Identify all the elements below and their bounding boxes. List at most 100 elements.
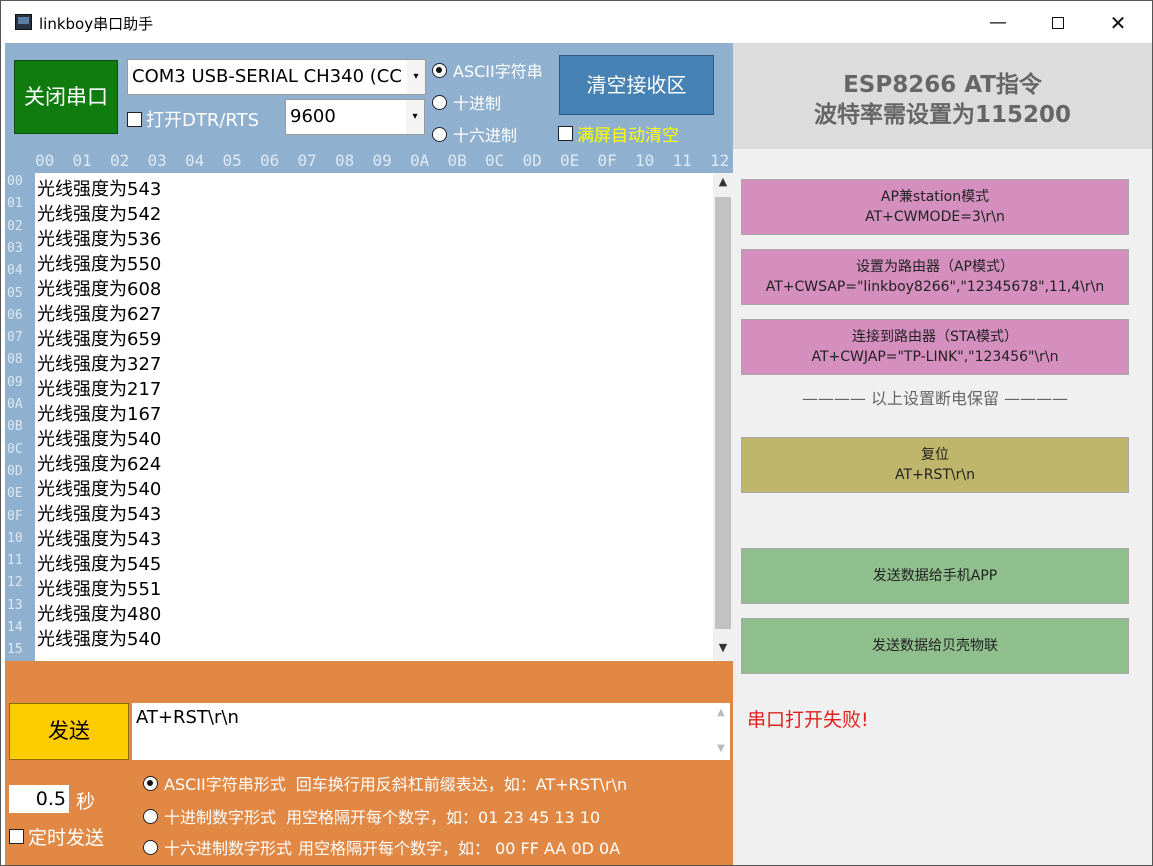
send-to-app-button[interactable]: 发送数据给手机APP	[741, 548, 1129, 604]
receive-line: 光线强度为551	[37, 579, 162, 600]
row-number: 09	[7, 374, 23, 390]
receive-line: 光线强度为540	[37, 429, 162, 450]
hex-column-label: 09	[372, 151, 392, 170]
title-bar: linkboy串口助手 — ✕	[1, 1, 1152, 43]
app-window-icon	[15, 14, 32, 30]
receive-line: 光线强度为659	[37, 329, 162, 350]
interval-input[interactable]: 0.5	[9, 785, 69, 813]
command-label: 设置为路由器（AP模式）	[855, 259, 1015, 275]
maximize-button[interactable]	[1029, 5, 1087, 41]
close-port-button[interactable]: 关闭串口	[14, 60, 118, 134]
receive-scrollbar[interactable]: ▲ ▼	[713, 173, 733, 661]
row-number: 13	[7, 597, 23, 613]
receive-ascii-radio[interactable]: ASCII字符串	[432, 58, 543, 82]
esp-title: ESP8266 AT指令	[843, 72, 1042, 98]
baud-select[interactable]: 9600 ▾	[285, 99, 425, 135]
command-text: AT+RST\r\n	[894, 467, 975, 483]
receive-line: 光线强度为550	[37, 254, 162, 275]
hex-column-label: 0D	[522, 151, 542, 170]
receive-line: 光线强度为545	[37, 554, 162, 575]
send-format-name: 十六进制数字形式	[164, 839, 293, 858]
send-button[interactable]: 发送	[9, 703, 129, 760]
timer-send-checkbox[interactable]: 定时发送	[9, 823, 104, 850]
receive-line: 光线强度为167	[37, 404, 162, 425]
scrollbar-thumb[interactable]	[715, 197, 731, 629]
receive-line: 光线强度为327	[37, 354, 162, 375]
receive-line: 光线强度为543	[37, 179, 162, 200]
send-format-ascii-radio[interactable]: ASCII字符串形式 回车换行用反斜杠前缀表达，如：AT+RST\r\n	[143, 771, 627, 795]
hex-column-header: 00 01 02 03 04 05 06 07 08 09 0A 0B 0C 0D 0E 0F 10 11 12	[5, 149, 733, 173]
row-number: 02	[7, 218, 23, 234]
receive-line: 光线强度为536	[37, 229, 162, 250]
at-rst-button[interactable]: 复位 AT+RST\r\n	[741, 437, 1129, 493]
at-command-panel: AP兼station模式 AT+CWMODE=3\r\n 设置为路由器（AP模式…	[733, 149, 1152, 865]
clear-receive-button[interactable]: 清空接收区	[559, 55, 714, 115]
checkbox-box[interactable]	[9, 829, 24, 844]
esp-header: ESP8266 AT指令 波特率需设置为115200	[733, 43, 1152, 149]
send-input[interactable]: AT+RST\r\n	[132, 703, 712, 760]
radio-indicator[interactable]	[143, 839, 158, 855]
receive-line: 光线强度为540	[37, 629, 162, 650]
radio-indicator[interactable]	[432, 126, 447, 142]
interval-unit: 秒	[76, 791, 96, 813]
dtr-rts-label: 打开DTR/RTS	[146, 110, 260, 131]
row-number: 10	[7, 530, 23, 546]
close-window-button[interactable]: ✕	[1089, 5, 1147, 41]
send-scrollbar[interactable]: ▲ ▼	[712, 703, 730, 760]
radio-indicator[interactable]	[432, 94, 447, 110]
at-cwmode-button[interactable]: AP兼station模式 AT+CWMODE=3\r\n	[741, 179, 1129, 235]
row-number: 0A	[7, 397, 23, 412]
send-format-decimal-radio[interactable]: 十进制数字形式 用空格隔开每个数字，如：01 23 45 13 10	[143, 804, 600, 828]
command-label: 发送数据给贝壳物联	[872, 638, 998, 654]
command-text: AT+CWSAP="linkboy8266","12345678",11,4\r…	[765, 279, 1105, 295]
baud-select-value: 9600	[290, 106, 336, 127]
row-number: 11	[7, 553, 23, 569]
auto-clear-label: 满屏自动清空	[577, 126, 679, 146]
receive-line: 光线强度为624	[37, 454, 162, 475]
command-text: AT+CWMODE=3\r\n	[865, 209, 1005, 225]
hex-column-label: 05	[222, 151, 242, 170]
checkbox-box[interactable]	[558, 126, 573, 141]
receive-line: 光线强度为543	[37, 504, 162, 525]
send-format-hint: 回车换行用反斜杠前缀表达，如：AT+RST\r\n	[295, 775, 628, 794]
row-number: 06	[7, 307, 23, 323]
hex-column-label: 02	[110, 151, 130, 170]
radio-indicator[interactable]	[432, 62, 447, 78]
command-label: 复位	[921, 447, 949, 463]
chevron-down-icon[interactable]: ▾	[406, 100, 424, 134]
command-text: AT+CWJAP="TP-LINK","123456"\r\n	[811, 349, 1059, 365]
at-cwjap-button[interactable]: 连接到路由器（STA模式） AT+CWJAP="TP-LINK","123456…	[741, 319, 1129, 375]
minimize-button[interactable]: —	[969, 5, 1027, 41]
divider-strip	[5, 661, 733, 703]
row-number: 0B	[7, 419, 23, 435]
chevron-down-icon[interactable]: ▾	[407, 60, 425, 94]
send-format-hex-radio[interactable]: 十六进制数字形式 用空格隔开每个数字，如： 00 FF AA 0D 0A	[143, 835, 620, 859]
timer-send-label: 定时发送	[28, 827, 105, 849]
row-number: 0E	[7, 486, 23, 502]
row-number: 04	[7, 263, 23, 279]
row-number: 0D	[7, 463, 23, 479]
row-number: 01	[7, 196, 23, 212]
status-message: 串口打开失败!	[747, 709, 869, 731]
radio-indicator[interactable]	[143, 808, 158, 824]
receive-area[interactable]: 光线强度为543 光线强度为542 光线强度为536 光线强度为550 光线强度为608…	[35, 173, 713, 661]
receive-decimal-radio[interactable]: 十进制	[432, 90, 501, 114]
checkbox-box[interactable]	[127, 111, 142, 127]
port-control-panel: 关闭串口 COM3 USB-SERIAL CH340 (CC ▾ 打开DTR/R…	[5, 43, 733, 149]
hex-column-label: 08	[335, 151, 355, 170]
send-format-hint: 用空格隔开每个数字，如： 00 FF AA 0D 0A	[298, 839, 621, 858]
hex-column-label: 10	[635, 151, 655, 170]
radio-indicator[interactable]	[143, 775, 158, 791]
hex-column-label: 04	[185, 151, 205, 170]
scroll-up-icon[interactable]: ▲	[713, 175, 733, 188]
scroll-up-icon[interactable]: ▲	[712, 707, 730, 718]
receive-hex-radio[interactable]: 十六进制	[432, 122, 517, 146]
send-to-bigiot-button[interactable]: 发送数据给贝壳物联	[741, 618, 1129, 674]
scroll-down-icon[interactable]: ▼	[712, 743, 730, 754]
hex-column-label: 0A	[410, 151, 430, 170]
at-cwsap-button[interactable]: 设置为路由器（AP模式） AT+CWSAP="linkboy8266","123…	[741, 249, 1129, 305]
dtr-rts-checkbox[interactable]: 打开DTR/RTS	[127, 106, 259, 132]
scroll-down-icon[interactable]: ▼	[713, 641, 733, 654]
port-select[interactable]: COM3 USB-SERIAL CH340 (CC ▾	[127, 59, 426, 95]
auto-clear-checkbox[interactable]: 满屏自动清空	[558, 121, 679, 146]
